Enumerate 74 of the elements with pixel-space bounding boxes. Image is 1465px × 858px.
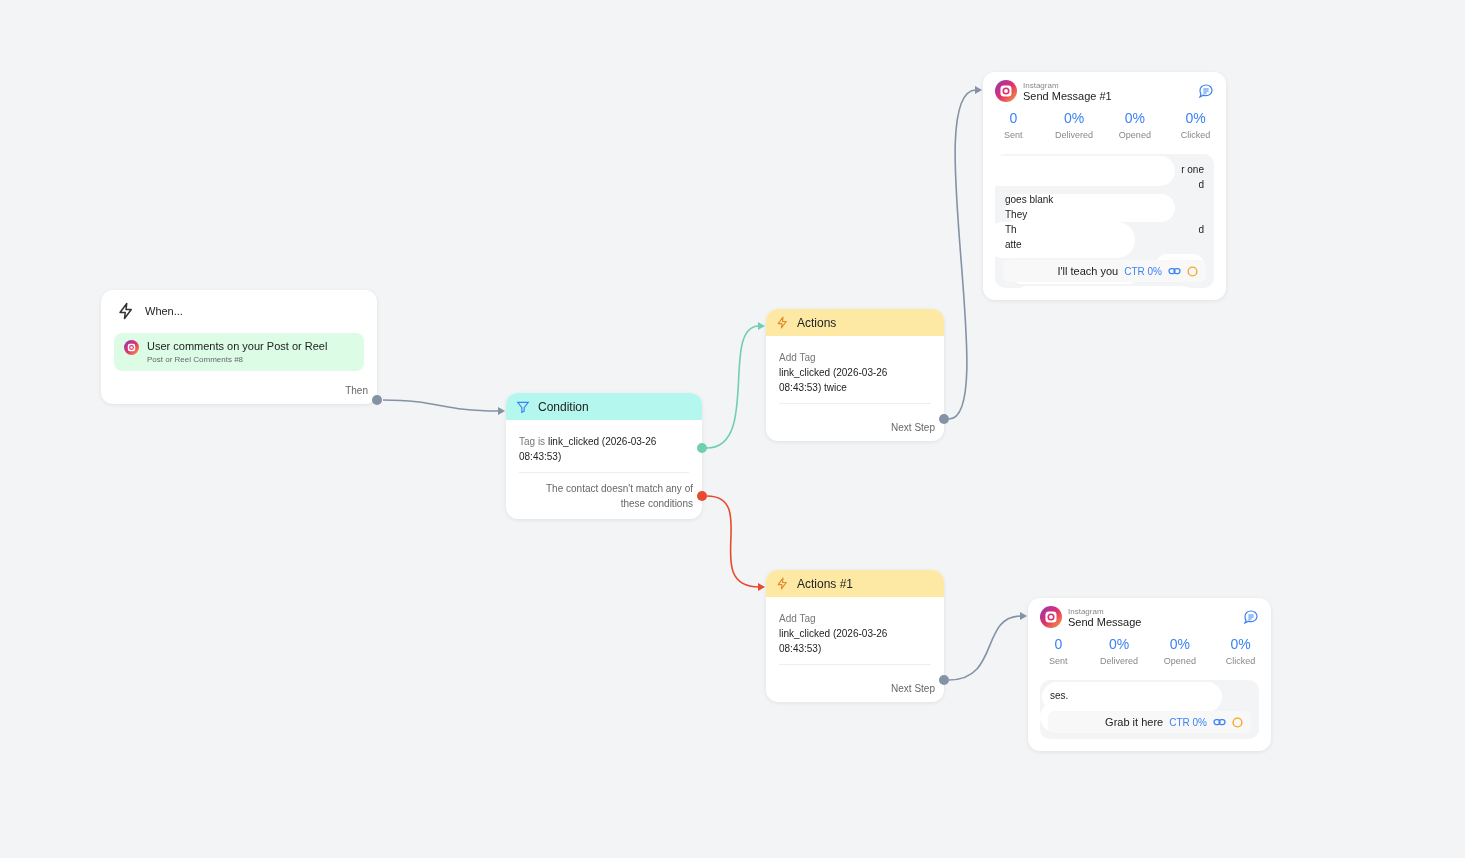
stat-label: Delivered [1054,130,1095,140]
condition-rule: Tag is link_clicked (2026-03-26 08:43:53) [519,435,658,464]
preview-text: ses. [1050,690,1069,703]
output-label: Next Step [891,683,935,694]
button-label: I'll teach you [1057,265,1119,277]
instagram-icon [995,80,1017,102]
preview-text: r one [1181,164,1204,177]
channel-label: Instagram [1068,606,1105,616]
event-title: User comments on your Post or Reel [147,340,328,352]
chat-icon[interactable] [1198,83,1214,99]
stat-value: 0 [1008,110,1019,126]
link-icon[interactable] [1213,717,1226,727]
link-icon[interactable] [1168,266,1181,276]
stat-label: Opened [1117,130,1152,140]
channel-label: Instagram [1023,80,1060,90]
message-card[interactable]: Instagram Send Message #1 0 Sent 0% Delivered 0% Opened 0% Clicked r one d goes blank They Th d atte I'll teach you CTR 0% [983,72,1226,300]
button-label: Grab it here [1105,716,1164,728]
node-title: When... [145,305,183,317]
match-handle[interactable] [697,443,707,453]
circle-icon [1232,716,1243,728]
preview-text: Th [1005,224,1017,237]
event-subtitle: Post or Reel Comments #8 [147,355,245,364]
instagram-icon [124,340,139,355]
circle-icon [1187,265,1198,277]
output-handle[interactable] [939,675,949,685]
action-label: Add Tag [779,352,816,363]
message-card[interactable]: Instagram Send Message 0 Sent 0% Delivered 0% Opened 0% Clicked ses. Grab it here CTR 0% [1028,598,1271,751]
preview-text: atte [1005,239,1022,252]
fallback-handle[interactable] [697,491,707,501]
message-button[interactable]: I'll teach you CTR 0% [1003,260,1206,282]
message-title: Send Message #1 [1023,89,1113,102]
fallback-label: The contact doesn't match any of these conditions [546,483,693,509]
stat-label: Sent [1048,656,1069,666]
action-value: link_clicked (2026-03-26 08:43:53) twice [779,366,889,395]
trigger-node[interactable]: When... User comments on your Post or Reel Post or Reel Comments #8 Then [101,290,377,404]
ctr-label: CTR 0% [1169,716,1207,728]
output-handle[interactable] [372,395,382,405]
node-title: Actions [797,315,837,330]
lightning-icon [117,302,135,320]
stat-value: 0 [1053,636,1064,652]
stat-value: 0% [1229,636,1252,652]
lightning-icon [776,316,789,329]
action-value: link_clicked (2026-03-26 08:43:53) [779,627,889,656]
output-handle[interactable] [939,414,949,424]
output-label: Next Step [891,422,935,433]
stat-value: 0% [1108,636,1131,652]
preview-text: d [1198,179,1204,192]
stat-value: 0% [1168,636,1191,652]
chat-icon[interactable] [1243,609,1259,625]
preview-text: d [1198,224,1204,237]
node-title: Actions #1 [797,576,854,591]
stat-value: 0% [1063,110,1086,126]
stat-value: 0% [1184,110,1207,126]
stat-label: Sent [1003,130,1024,140]
action-label: Add Tag [779,613,816,624]
filter-icon [516,399,530,414]
message-button[interactable]: Grab it here CTR 0% [1048,711,1251,733]
stat-label: Clicked [1179,130,1212,140]
preview-text: goes blank [1005,194,1054,207]
preview-text: They [1005,209,1028,222]
actions-node[interactable]: Actions Add Tag link_clicked (2026-03-26 08:43:53) twice Next Step [766,309,944,441]
message-title: Send Message [1068,615,1143,628]
lightning-icon [776,577,789,590]
condition-node[interactable]: Condition Tag is link_clicked (2026-03-26 08:43:53) The contact doesn't match any of these conditions [506,393,702,519]
trigger-event[interactable]: User comments on your Post or Reel Post or Reel Comments #8 [114,333,364,371]
output-label: Then [345,385,368,396]
stat-label: Clicked [1224,656,1257,666]
ctr-label: CTR 0% [1124,265,1162,277]
instagram-icon [1040,606,1062,628]
node-title: Condition [538,399,589,414]
stat-value: 0% [1123,110,1146,126]
stat-label: Opened [1162,656,1197,666]
stat-label: Delivered [1099,656,1140,666]
actions-node[interactable]: Actions #1 Add Tag link_clicked (2026-03-26 08:43:53) Next Step [766,570,944,702]
